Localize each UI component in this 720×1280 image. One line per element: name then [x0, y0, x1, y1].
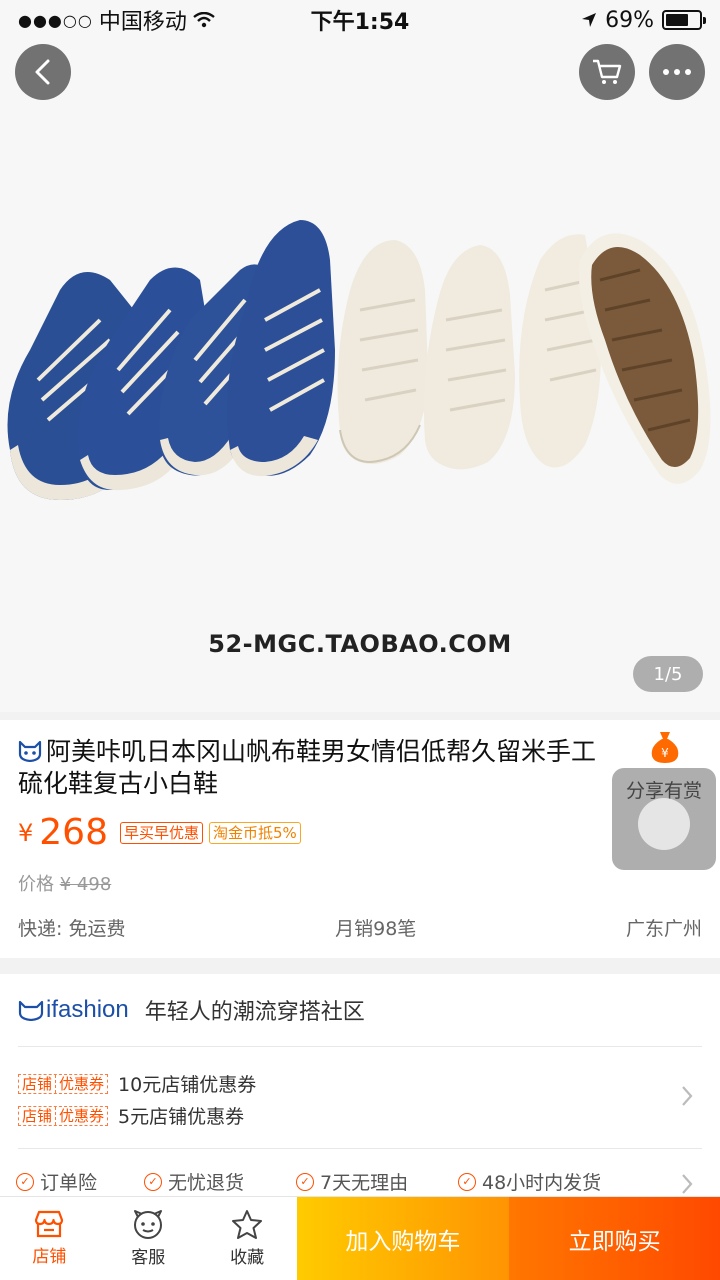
original-price: ¥ 498	[59, 874, 112, 895]
star-icon	[232, 1210, 263, 1239]
shoe-white-1	[337, 240, 428, 464]
original-price-label: 价格	[18, 874, 54, 895]
battery-icon	[662, 10, 706, 30]
ifashion-logo: ifashion	[18, 996, 129, 1024]
cart-button[interactable]	[579, 44, 635, 100]
image-watermark: 52-MGC.TAOBAO.COM	[208, 630, 512, 658]
shoe-white-2	[423, 245, 515, 470]
shop-slogan: 年轻人的潮流穿搭社区	[144, 1000, 365, 1025]
carrier-label: 中国移动	[98, 10, 187, 35]
product-title-row[interactable]: 阿美咔叽日本冈山帆布鞋男女情侣低帮久留米手工硫化鞋复古小白鞋	[18, 736, 603, 800]
coupon-text: 5元店铺优惠券	[118, 1106, 245, 1128]
check-circle-icon: ✓	[16, 1172, 34, 1191]
coupon-tag-left: 店铺	[22, 1074, 53, 1093]
service-item: ✓ 无忧退货	[144, 1168, 296, 1195]
store-icon	[35, 1210, 64, 1238]
share-reward-button[interactable]: 分享有赏	[612, 768, 716, 870]
price-row: ¥ 268 早买早优惠 淘金币抵5%	[18, 812, 301, 853]
coupon-tag: 店铺 优惠券	[18, 1073, 109, 1094]
service-item: ✓ 订单险	[16, 1168, 144, 1195]
shop-section: ifashion 年轻人的潮流穿搭社区 店铺 优惠券 10元店铺优惠券 店铺 优…	[0, 974, 720, 1204]
tmall-cat-icon	[18, 740, 42, 762]
taojinbi-tag: 淘金币抵5%	[209, 821, 301, 844]
shoe-sole	[578, 233, 711, 484]
status-left: ●●●○○ 中国移动	[18, 4, 215, 36]
product-image-carousel[interactable]: ●●●○○ 中国移动 下午1:54 69% 52-MGC.TAOBAO.COM …	[0, 0, 720, 712]
money-bag-icon: ¥	[651, 732, 679, 763]
product-photo-shoes	[7, 220, 711, 500]
favorite-button[interactable]: 收藏	[198, 1197, 297, 1280]
svg-text:¥: ¥	[661, 746, 669, 760]
monthly-sales: 月销98笔	[335, 918, 417, 940]
status-bar: ●●●○○ 中国移动 下午1:54 69%	[0, 0, 720, 40]
price-value: 268	[39, 812, 108, 853]
early-bird-tag: 早买早优惠	[120, 821, 204, 844]
product-meta-row: 快递: 免运费 月销98笔 广东广州	[18, 914, 702, 941]
location-arrow-icon	[582, 13, 597, 27]
customer-service-label: 客服	[131, 1248, 166, 1268]
bottom-action-bar: 店铺 客服 收藏 加入购物车 立即购买	[0, 1196, 720, 1280]
status-right: 69%	[581, 7, 706, 33]
ship-from-location: 广东广州	[625, 918, 702, 940]
coupon-chevron-right-icon[interactable]	[680, 1084, 694, 1108]
check-circle-icon: ✓	[296, 1172, 314, 1191]
customer-service-icon	[134, 1210, 163, 1239]
coupon-item[interactable]: 店铺 优惠券 5元店铺优惠券	[18, 1102, 244, 1129]
shop-divider-2	[18, 1148, 702, 1149]
coupon-tag-right: 优惠券	[55, 1106, 107, 1125]
service-guarantees[interactable]: ✓ 订单险 ✓ 无忧退货 ✓ 7天无理由 ✓ 48小时内发货	[16, 1168, 601, 1195]
service-item: ✓ 7天无理由	[296, 1168, 458, 1195]
check-circle-icon: ✓	[458, 1172, 476, 1191]
wifi-icon	[193, 12, 215, 28]
service-label: 订单险	[40, 1172, 98, 1194]
ifashion-cat-icon	[18, 1000, 44, 1021]
buy-now-button[interactable]: 立即购买	[509, 1197, 720, 1280]
coupon-tag-right: 优惠券	[55, 1074, 107, 1093]
battery-percent: 69%	[605, 7, 654, 33]
shop-brand-name: ifashion	[46, 996, 129, 1023]
store-button[interactable]: 店铺	[0, 1197, 99, 1280]
coupon-item[interactable]: 店铺 优惠券 10元店铺优惠券	[18, 1070, 256, 1097]
services-chevron-right-icon[interactable]	[680, 1172, 694, 1196]
store-label: 店铺	[32, 1247, 67, 1267]
coupon-tag-left: 店铺	[22, 1106, 53, 1125]
service-label: 48小时内发货	[482, 1172, 602, 1194]
price-symbol: ¥	[18, 818, 34, 847]
service-label: 无忧退货	[168, 1172, 245, 1194]
add-to-cart-button[interactable]: 加入购物车	[296, 1197, 510, 1280]
check-circle-icon: ✓	[144, 1172, 162, 1191]
signal-icon: ●●●○○	[18, 10, 93, 30]
more-options-button[interactable]	[649, 44, 705, 100]
share-assistive-touch	[638, 798, 690, 850]
image-page-indicator: 1/5	[633, 656, 703, 692]
shoe-blue-4	[227, 220, 335, 477]
service-item: ✓ 48小时内发货	[458, 1168, 601, 1195]
back-button[interactable]	[15, 44, 71, 100]
original-price-row: 价格 ¥ 498	[18, 870, 111, 896]
battery-fill	[666, 14, 688, 26]
cart-icon	[593, 59, 622, 84]
chevron-left-icon	[35, 59, 50, 85]
product-title: 阿美咔叽日本冈山帆布鞋男女情侣低帮久留米手工硫化鞋复古小白鞋	[18, 737, 597, 798]
service-label: 7天无理由	[320, 1172, 409, 1194]
shipping-info: 快递: 免运费	[18, 918, 126, 940]
shop-header[interactable]: ifashion 年轻人的潮流穿搭社区	[18, 994, 365, 1026]
coupon-tag: 店铺 优惠券	[18, 1105, 109, 1126]
more-dots-icon	[663, 69, 691, 75]
customer-service-button[interactable]: 客服	[99, 1197, 198, 1280]
favorite-label: 收藏	[230, 1248, 265, 1268]
battery-cap	[703, 17, 706, 24]
shop-divider-1	[18, 1046, 702, 1047]
coupon-text: 10元店铺优惠券	[118, 1074, 257, 1096]
